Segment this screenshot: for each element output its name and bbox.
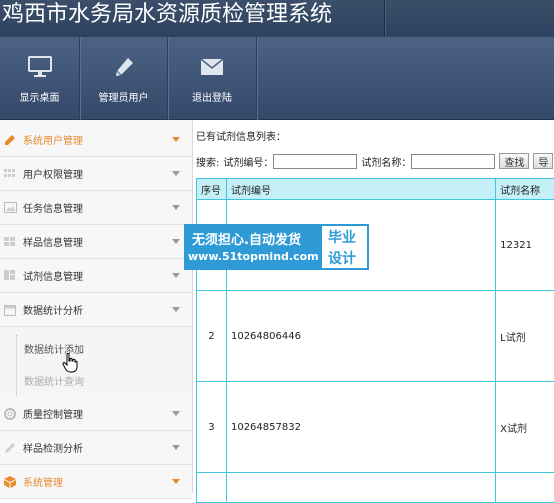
- watermark-url: www.51topmind.com: [188, 250, 319, 263]
- grid-icon: [3, 236, 17, 248]
- search-button[interactable]: 查找: [499, 153, 529, 169]
- row-number: 2: [197, 291, 227, 382]
- toolbar-divider: [256, 37, 257, 120]
- reagent-code-label: 试剂编号：: [223, 154, 273, 169]
- sidebar-item-quality-control[interactable]: 质量控制管理: [0, 397, 192, 431]
- chevron-down-icon: [172, 479, 180, 484]
- sidebar-item-sample-info[interactable]: 样品信息管理: [0, 225, 192, 259]
- column-header: 试剂编号: [226, 179, 495, 200]
- chevron-down-icon: [172, 307, 180, 312]
- show-desktop-button[interactable]: 显示桌面: [0, 37, 79, 120]
- pencil-icon: [110, 54, 138, 80]
- column-header: 试剂名称: [496, 179, 554, 200]
- calendar-icon: [3, 304, 17, 316]
- sidebar-item-task-info[interactable]: 任务信息管理: [0, 191, 192, 225]
- submenu-guide-line: [16, 335, 17, 395]
- chevron-down-icon: [172, 411, 180, 416]
- watermark-left: 无须担心.自动发货 www.51topmind.com: [184, 224, 320, 270]
- search-prefix: 搜索:: [196, 154, 219, 169]
- reagent-name: L试剂: [496, 291, 554, 382]
- reagent-code: 10264806446: [226, 291, 495, 382]
- watermark-slogan: 无须担心.自动发货: [192, 229, 301, 248]
- chevron-down-icon: [172, 445, 180, 450]
- chevron-down-icon: [172, 137, 180, 142]
- table-row[interactable]: 3 10264857832 X试剂: [197, 382, 554, 473]
- logout-button[interactable]: 退出登陆: [168, 37, 256, 120]
- admin-user-button[interactable]: 管理员用户: [80, 37, 167, 120]
- sidebar-item-label: 数据统计分析: [23, 302, 172, 317]
- watermark-text: 设计: [328, 248, 356, 268]
- app-header: 鸡西市水务局水资源质检管理系统: [0, 0, 554, 37]
- box-icon: [3, 476, 17, 488]
- sidebar-item-system-users[interactable]: 系统用户管理: [0, 123, 192, 157]
- pencil-icon: [3, 134, 17, 146]
- reagent-name: X试剂: [496, 382, 554, 473]
- monitor-icon: [26, 54, 54, 80]
- table-row[interactable]: [197, 473, 554, 503]
- envelope-icon: [198, 54, 226, 80]
- sidebar-item-label: 用户权限管理: [23, 166, 172, 181]
- chevron-down-icon: [172, 205, 180, 210]
- export-button[interactable]: 导: [533, 153, 553, 169]
- row-number: [197, 473, 227, 503]
- reagent-name: 12321: [496, 200, 554, 291]
- sidebar-item-label: 试剂信息管理: [23, 268, 172, 283]
- image-icon: [3, 202, 17, 214]
- sidebar-item-label: 样品信息管理: [23, 234, 172, 249]
- submenu-item-stats-query[interactable]: 数据统计查询: [24, 373, 84, 388]
- logout-label: 退出登陆: [192, 89, 232, 104]
- chevron-down-icon: [172, 239, 180, 244]
- grid-icon: [3, 168, 17, 180]
- chevron-down-icon: [172, 171, 180, 176]
- grid-icon: [3, 270, 17, 282]
- sidebar-item-label: 样品检测分析: [23, 440, 172, 455]
- toolbar: 显示桌面 管理员用户 退出登陆: [0, 37, 554, 120]
- pencil-icon: [3, 442, 17, 454]
- lifebuoy-icon: [3, 408, 17, 420]
- sidebar-item-system-management[interactable]: 系统管理: [0, 465, 192, 499]
- reagent-name: [496, 473, 554, 503]
- list-title: 已有试剂信息列表：: [196, 128, 286, 143]
- sidebar-item-user-permissions[interactable]: 用户权限管理: [0, 157, 192, 191]
- reagent-code: [226, 473, 495, 503]
- admin-user-label: 管理员用户: [99, 89, 149, 104]
- chevron-down-icon: [172, 273, 180, 278]
- watermark-right: 毕业 设计: [320, 224, 369, 270]
- watermark-banner: 无须担心.自动发货 www.51topmind.com 毕业 设计: [184, 224, 369, 270]
- sidebar-item-label: 系统用户管理: [23, 132, 172, 147]
- sidebar-item-data-stats[interactable]: 数据统计分析: [0, 293, 192, 327]
- sidebar-item-sample-testing[interactable]: 样品检测分析: [0, 431, 192, 465]
- show-desktop-label: 显示桌面: [20, 89, 60, 104]
- sidebar-item-label: 系统管理: [23, 474, 172, 489]
- hand-cursor-icon: [62, 353, 78, 373]
- header-divider: [384, 0, 385, 37]
- reagent-code: 10264857832: [226, 382, 495, 473]
- sidebar-item-label: 质量控制管理: [23, 406, 172, 421]
- sidebar-item-label: 任务信息管理: [23, 200, 172, 215]
- watermark-text: 毕业: [328, 227, 356, 247]
- reagent-name-input[interactable]: [411, 154, 495, 169]
- sidebar-item-reagent-info[interactable]: 试剂信息管理: [0, 259, 192, 293]
- row-number: 3: [197, 382, 227, 473]
- reagent-name-label: 试剂名称：: [361, 154, 411, 169]
- main-content: 已有试剂信息列表： 搜索: 试剂编号： 试剂名称： 查找 导 序号 试剂编号 试…: [193, 120, 554, 493]
- app-title: 鸡西市水务局水资源质检管理系统: [2, 2, 332, 28]
- search-bar: 搜索: 试剂编号： 试剂名称： 查找 导: [196, 152, 553, 170]
- column-header: 序号: [197, 179, 227, 200]
- sidebar: 系统用户管理 用户权限管理 任务信息管理 样品信息管理 试剂信息管理 数据统计分…: [0, 120, 193, 493]
- table-row[interactable]: 2 10264806446 L试剂: [197, 291, 554, 382]
- reagent-code-input[interactable]: [273, 154, 357, 169]
